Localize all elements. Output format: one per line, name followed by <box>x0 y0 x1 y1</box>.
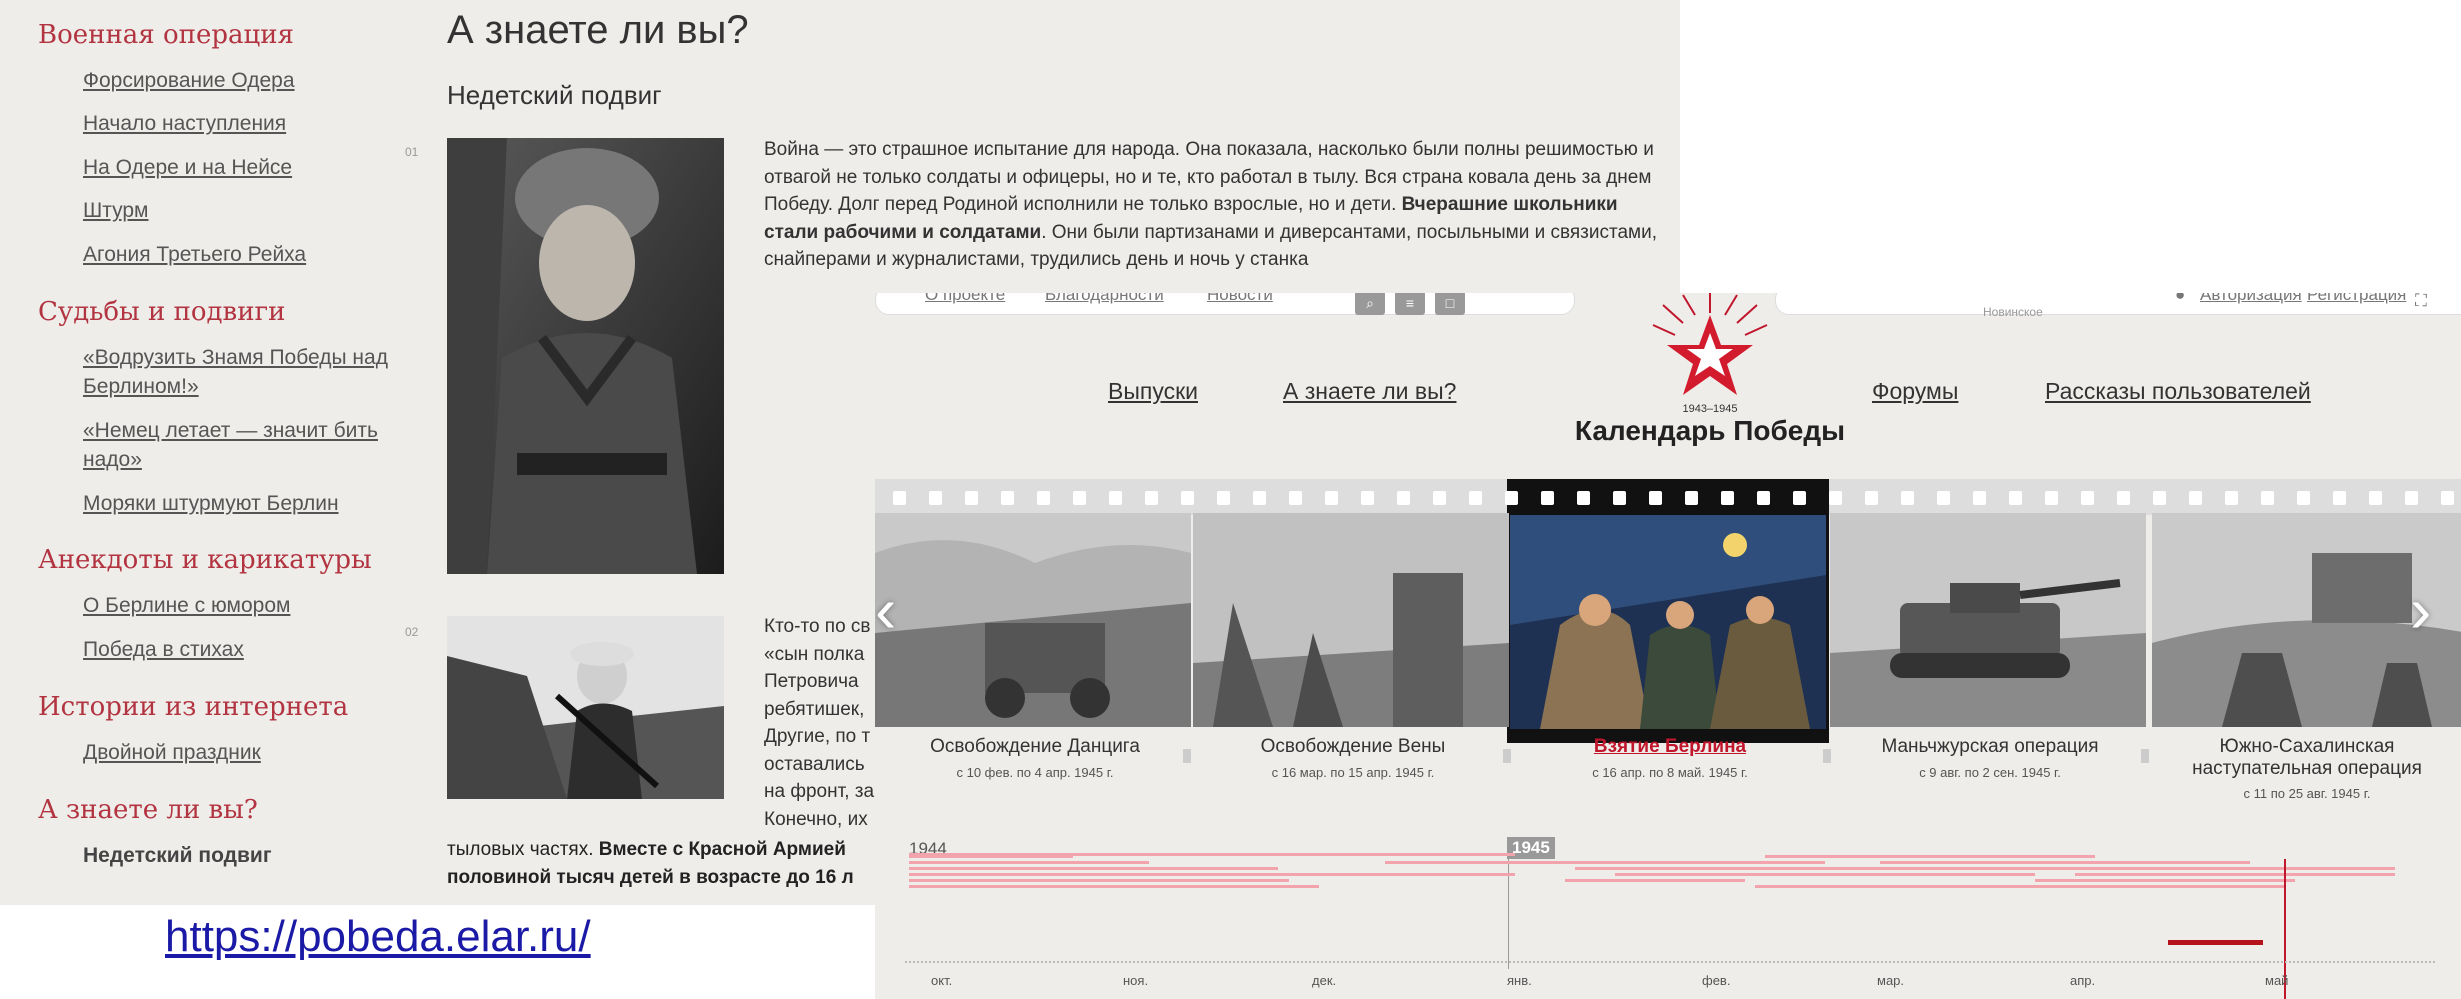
film-hole <box>1865 491 1878 505</box>
article-paragraph-3: тыловых частях. Вместе с Красной Армией … <box>447 839 854 888</box>
sidebar-item-double-holiday[interactable]: Двойной праздник <box>83 738 403 767</box>
source-link[interactable]: https://pobeda.elar.ru/ <box>165 912 591 962</box>
sidebar-section-fates[interactable]: Судьбы и подвиги <box>38 295 285 329</box>
film-hole <box>1361 491 1374 505</box>
film-hole <box>2081 491 2094 505</box>
sidebar-item-german-flies[interactable]: «Немец летает — значит бить надо» <box>83 416 403 474</box>
film-hole <box>2261 491 2274 505</box>
boy-soldier-photo <box>447 138 724 574</box>
film-hole <box>2045 491 2058 505</box>
film-hole <box>1181 491 1194 505</box>
film-hole <box>929 491 942 505</box>
sidebar-section-internet[interactable]: Истории из интернета <box>38 690 348 724</box>
timeline-period-bar[interactable] <box>909 867 1278 870</box>
film-hole <box>1901 491 1914 505</box>
film-hole <box>1613 491 1626 505</box>
sidebar-item-berlin-humor[interactable]: О Берлине с юмором <box>83 591 403 620</box>
film-hole <box>1253 491 1266 505</box>
film-hole <box>1541 491 1554 505</box>
film-hole <box>893 491 906 505</box>
timeline-period-bar[interactable] <box>909 879 1289 882</box>
film-hole <box>1649 491 1662 505</box>
item-number: 02 <box>405 625 419 639</box>
timeline-month: фев. <box>1702 973 1731 988</box>
film-hole <box>2189 491 2202 505</box>
film-hole <box>2441 491 2454 505</box>
film-hole <box>1973 491 1986 505</box>
film-hole <box>2369 491 2382 505</box>
calendar-screenshot: О проекте Благодарности Новости ⌕ ≡ □ Но… <box>875 293 2461 999</box>
timeline-period-bar[interactable] <box>1385 861 1825 864</box>
timeline-period-bar[interactable] <box>909 861 1149 864</box>
article-paragraph-2: Кто-то по св «сын полка Петровича ребяти… <box>764 616 875 830</box>
film-hole <box>1505 491 1518 505</box>
film-hole <box>1037 491 1050 505</box>
timeline-month: окт. <box>931 973 953 988</box>
film-hole <box>1937 491 1950 505</box>
timeline-period-bar[interactable] <box>2115 885 2225 888</box>
film-hole <box>1073 491 1086 505</box>
timeline-month: апр. <box>2070 973 2096 988</box>
timeline-month: янв. <box>1507 973 1532 988</box>
timeline-period-bar[interactable] <box>1095 873 1515 876</box>
film-hole <box>1397 491 1410 505</box>
timeline-active-period[interactable] <box>2168 940 2263 945</box>
film-hole <box>965 491 978 505</box>
film-hole <box>1469 491 1482 505</box>
film-hole <box>1829 491 1842 505</box>
timeline-period-bar[interactable] <box>909 885 1319 888</box>
timeline-period-bar[interactable] <box>1975 867 2395 870</box>
timeline-month: мар. <box>1877 973 1905 988</box>
timeline-period-bar[interactable] <box>1565 879 1745 882</box>
film-hole <box>1109 491 1122 505</box>
film-hole <box>1145 491 1158 505</box>
film-hole <box>1577 491 1590 505</box>
film-hole <box>1793 491 1806 505</box>
timeline-period-bar[interactable] <box>1765 855 2095 858</box>
sidebar-item-offensive-start[interactable]: Начало наступления <box>83 109 403 138</box>
article-paragraph-1: Война — это страшное испытание для народ… <box>764 139 1658 270</box>
boy-rifle-photo <box>447 616 724 799</box>
sidebar-item-current: Недетский подвиг <box>83 844 272 867</box>
timeline-period-bar[interactable] <box>1880 861 2250 864</box>
film-hole <box>2009 491 2022 505</box>
film-hole <box>1757 491 1770 505</box>
timeline-period-bar[interactable] <box>909 855 1073 858</box>
film-hole <box>2297 491 2310 505</box>
film-hole <box>2153 491 2166 505</box>
page-title: А знаете ли вы? <box>447 8 749 52</box>
film-hole <box>2225 491 2238 505</box>
sidebar-item-oder-neisse[interactable]: На Одере и на Нейсе <box>83 153 403 182</box>
sidebar-section-jokes[interactable]: Анекдоты и карикатуры <box>38 543 372 577</box>
film-hole <box>1001 491 1014 505</box>
film-hole <box>1325 491 1338 505</box>
timeline-axis <box>905 961 2435 963</box>
timeline-month: ноя. <box>1123 973 1149 988</box>
timeline-bars[interactable] <box>875 293 2461 999</box>
film-hole <box>1433 491 1446 505</box>
sidebar-section-did-you-know[interactable]: А знаете ли вы? <box>38 793 258 827</box>
film-hole <box>1217 491 1230 505</box>
sidebar-item-oder-crossing[interactable]: Форсирование Одера <box>83 66 403 95</box>
film-hole <box>2117 491 2130 505</box>
timeline-period-bar[interactable] <box>1615 873 2035 876</box>
sidebar-item-victory-poems[interactable]: Победа в стихах <box>83 635 403 664</box>
sidebar-section-military[interactable]: Военная операция <box>38 18 294 52</box>
sidebar-item-victory-banner[interactable]: «Водрузить Знамя Победы над Берлином!» <box>83 343 403 401</box>
sidebar-item-sailors[interactable]: Моряки штурмуют Берлин <box>83 489 403 518</box>
timeline-period-bar[interactable] <box>2035 879 2295 882</box>
film-hole <box>1685 491 1698 505</box>
timeline-period-bar[interactable] <box>2075 873 2395 876</box>
timeline-month: май <box>2265 973 2289 988</box>
timeline-month: дек. <box>1312 973 1337 988</box>
film-hole <box>1289 491 1302 505</box>
film-hole <box>2405 491 2418 505</box>
page-subtitle: Недетский подвиг <box>447 80 662 110</box>
film-hole <box>2333 491 2346 505</box>
item-number: 01 <box>405 145 419 159</box>
sidebar-item-reich-agony[interactable]: Агония Третьего Рейха <box>83 240 403 269</box>
film-hole <box>1721 491 1734 505</box>
sidebar-item-assault[interactable]: Штурм <box>83 196 403 225</box>
